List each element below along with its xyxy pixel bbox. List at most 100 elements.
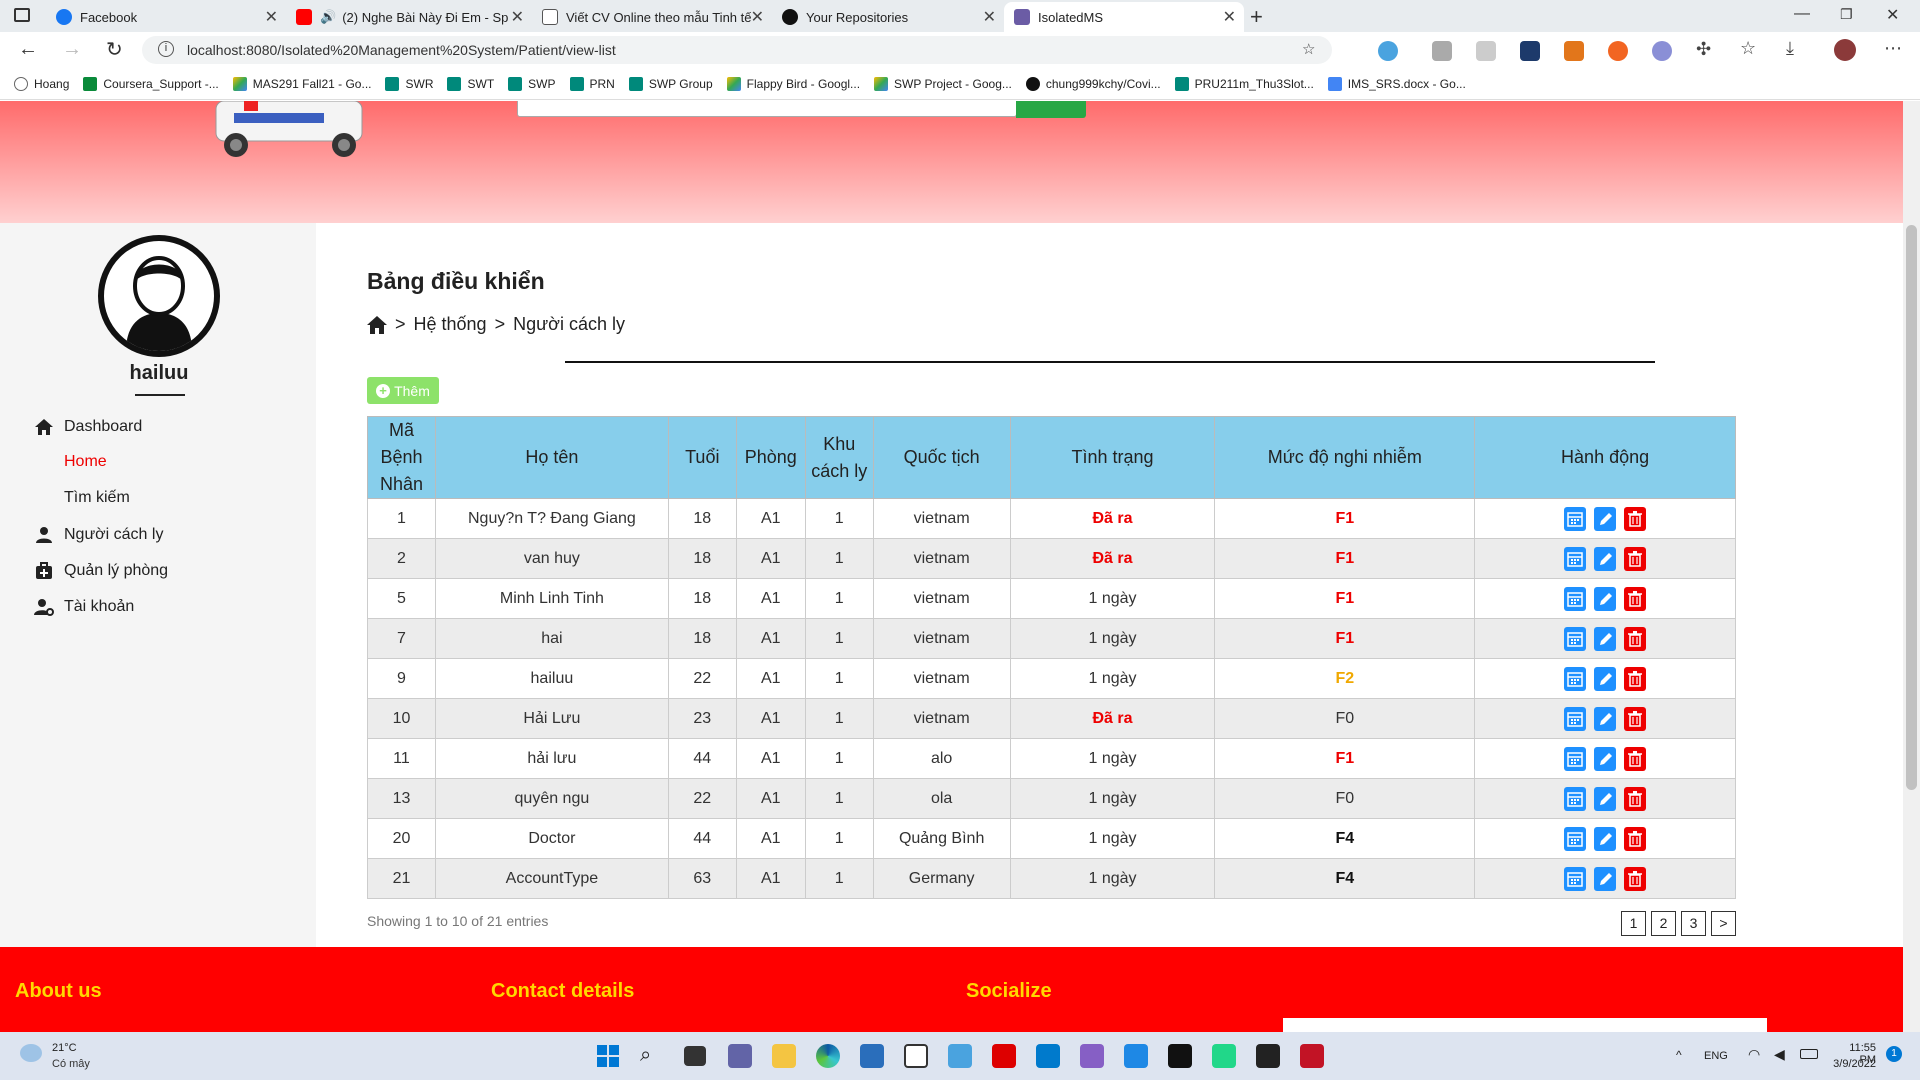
tab-cv[interactable]: Viết CV Online theo mẫu Tinh tế ✕ bbox=[532, 2, 772, 32]
download-icon[interactable]: ⤓ bbox=[1786, 38, 1794, 59]
edit-button[interactable] bbox=[1594, 506, 1617, 531]
delete-button[interactable] bbox=[1624, 506, 1647, 531]
bookmark-item[interactable]: PRU211m_Thu3Slot... bbox=[1174, 76, 1314, 91]
calendar-button[interactable] bbox=[1564, 506, 1587, 531]
search-input[interactable] bbox=[517, 101, 1017, 117]
unity-icon[interactable] bbox=[904, 1044, 928, 1068]
back-icon[interactable]: ← bbox=[18, 38, 38, 61]
tab-isolatedms[interactable]: IsolatedMS ✕ bbox=[1004, 2, 1244, 32]
sidebar-item-search[interactable]: Tìm kiếm bbox=[64, 489, 130, 507]
weather-temp[interactable]: 21°C bbox=[52, 1042, 77, 1054]
edit-button[interactable] bbox=[1594, 826, 1617, 851]
file-explorer-icon[interactable] bbox=[772, 1044, 796, 1068]
language-indicator[interactable]: ENG bbox=[1704, 1050, 1728, 1062]
window-close-icon[interactable]: ✕ bbox=[1886, 5, 1899, 25]
delete-button[interactable] bbox=[1624, 546, 1647, 571]
favorites-icon[interactable]: ☆ bbox=[1740, 38, 1756, 59]
unity-hub-icon[interactable] bbox=[1256, 1044, 1280, 1068]
favorite-star-icon[interactable]: ☆ bbox=[1302, 40, 1315, 58]
bookmark-item[interactable]: Coursera_Support -... bbox=[83, 76, 219, 91]
edit-button[interactable] bbox=[1594, 666, 1617, 691]
visual-studio-icon[interactable] bbox=[1080, 1044, 1104, 1068]
calendar-button[interactable] bbox=[1564, 706, 1587, 731]
sticky-app-icon[interactable] bbox=[1168, 1044, 1192, 1068]
profile-avatar[interactable] bbox=[1834, 39, 1856, 61]
extension-icon[interactable] bbox=[1476, 41, 1496, 61]
delete-button[interactable] bbox=[1624, 826, 1647, 851]
breadcrumb-system[interactable]: Hệ thống bbox=[414, 314, 487, 335]
bookmark-item[interactable]: IMS_SRS.docx - Go... bbox=[1327, 76, 1466, 91]
windows-start-icon[interactable] bbox=[596, 1044, 620, 1068]
edit-button[interactable] bbox=[1594, 746, 1617, 771]
calendar-button[interactable] bbox=[1564, 546, 1587, 571]
new-tab-icon[interactable]: + bbox=[1250, 4, 1263, 30]
delete-button[interactable] bbox=[1624, 586, 1647, 611]
edit-button[interactable] bbox=[1594, 786, 1617, 811]
footer-input[interactable] bbox=[1283, 1018, 1767, 1032]
tab-github[interactable]: Your Repositories ✕ bbox=[772, 2, 1004, 32]
calendar-button[interactable] bbox=[1564, 586, 1587, 611]
bookmark-item[interactable]: chung999kchy/Covi... bbox=[1025, 76, 1161, 91]
extension-icon[interactable] bbox=[1608, 41, 1628, 61]
header-age[interactable]: Tuổi bbox=[667, 416, 737, 499]
todo-icon[interactable] bbox=[1124, 1044, 1148, 1068]
extension-icon[interactable] bbox=[1520, 41, 1540, 61]
delete-button[interactable] bbox=[1624, 706, 1647, 731]
tab-actions-icon[interactable] bbox=[14, 8, 30, 22]
sidebar-item-room-management[interactable]: Quản lý phòng bbox=[34, 561, 168, 581]
bookmark-item[interactable]: Flappy Bird - Googl... bbox=[726, 76, 860, 91]
bookmark-item[interactable]: SWT bbox=[447, 76, 494, 91]
home-icon[interactable] bbox=[367, 315, 387, 334]
address-bar[interactable]: i localhost:8080/Isolated%20Management%2… bbox=[142, 36, 1332, 64]
extensions-puzzle-icon[interactable]: ✣ bbox=[1696, 39, 1711, 60]
delete-button[interactable] bbox=[1624, 666, 1647, 691]
delete-button[interactable] bbox=[1624, 746, 1647, 771]
wifi-icon[interactable]: ◠ bbox=[1748, 1046, 1760, 1063]
bookmark-item[interactable]: SWR bbox=[385, 76, 433, 91]
sidebar-item-account[interactable]: Tài khoản bbox=[34, 597, 134, 617]
minimize-icon[interactable]: — bbox=[1794, 5, 1810, 23]
app-icon[interactable] bbox=[948, 1044, 972, 1068]
header-status[interactable]: Tình trạng bbox=[1009, 416, 1216, 499]
task-view-icon[interactable] bbox=[684, 1046, 706, 1066]
next-page-button[interactable]: > bbox=[1711, 911, 1736, 936]
close-icon[interactable]: ✕ bbox=[511, 7, 524, 27]
calendar-button[interactable] bbox=[1564, 786, 1587, 811]
close-icon[interactable]: ✕ bbox=[751, 7, 764, 27]
bookmark-item[interactable]: Hoang bbox=[14, 76, 69, 91]
edit-button[interactable] bbox=[1594, 866, 1617, 891]
close-icon[interactable]: ✕ bbox=[265, 7, 278, 27]
ruby-app-icon[interactable] bbox=[992, 1044, 1016, 1068]
bookmark-item[interactable]: SWP Group bbox=[628, 76, 713, 91]
calendar-button[interactable] bbox=[1564, 746, 1587, 771]
chevron-up-icon[interactable]: ^ bbox=[1676, 1048, 1682, 1062]
weather-icon[interactable] bbox=[20, 1044, 42, 1062]
bookmark-item[interactable]: SWP bbox=[508, 76, 556, 91]
delete-button[interactable] bbox=[1624, 626, 1647, 651]
calendar-button[interactable] bbox=[1564, 666, 1587, 691]
edit-button[interactable] bbox=[1594, 586, 1617, 611]
bookmark-item[interactable]: SWP Project - Goog... bbox=[874, 76, 1012, 91]
delete-button[interactable] bbox=[1624, 786, 1647, 811]
battery-icon[interactable] bbox=[1800, 1049, 1818, 1059]
tab-youtube[interactable]: 🔊 (2) Nghe Bài Này Đi Em - Sp ✕ bbox=[286, 2, 532, 32]
scrollbar-thumb[interactable] bbox=[1906, 225, 1917, 790]
edit-button[interactable] bbox=[1594, 626, 1617, 651]
calendar-button[interactable] bbox=[1564, 826, 1587, 851]
bookmark-item[interactable]: MAS291 Fall21 - Go... bbox=[232, 76, 371, 91]
extension-icon[interactable] bbox=[1652, 41, 1672, 61]
search-button[interactable] bbox=[1016, 101, 1086, 118]
header-nationality[interactable]: Quốc tịch bbox=[872, 416, 1011, 499]
reload-icon[interactable]: ↻ bbox=[106, 37, 123, 62]
forward-icon[interactable]: → bbox=[62, 38, 82, 61]
sidebar-item-isolated-people[interactable]: Người cách ly bbox=[34, 525, 163, 545]
close-icon[interactable]: ✕ bbox=[1223, 7, 1236, 27]
header-zone[interactable]: Khu cách ly bbox=[804, 416, 874, 499]
sidebar-item-home[interactable]: Home bbox=[64, 453, 107, 471]
tab-facebook[interactable]: Facebook ✕ bbox=[46, 2, 286, 32]
more-icon[interactable]: ⋯ bbox=[1884, 38, 1902, 59]
delete-button[interactable] bbox=[1624, 866, 1647, 891]
extension-icon[interactable] bbox=[1432, 41, 1452, 61]
page-2-button[interactable]: 2 bbox=[1651, 911, 1676, 936]
calendar-button[interactable] bbox=[1564, 866, 1587, 891]
